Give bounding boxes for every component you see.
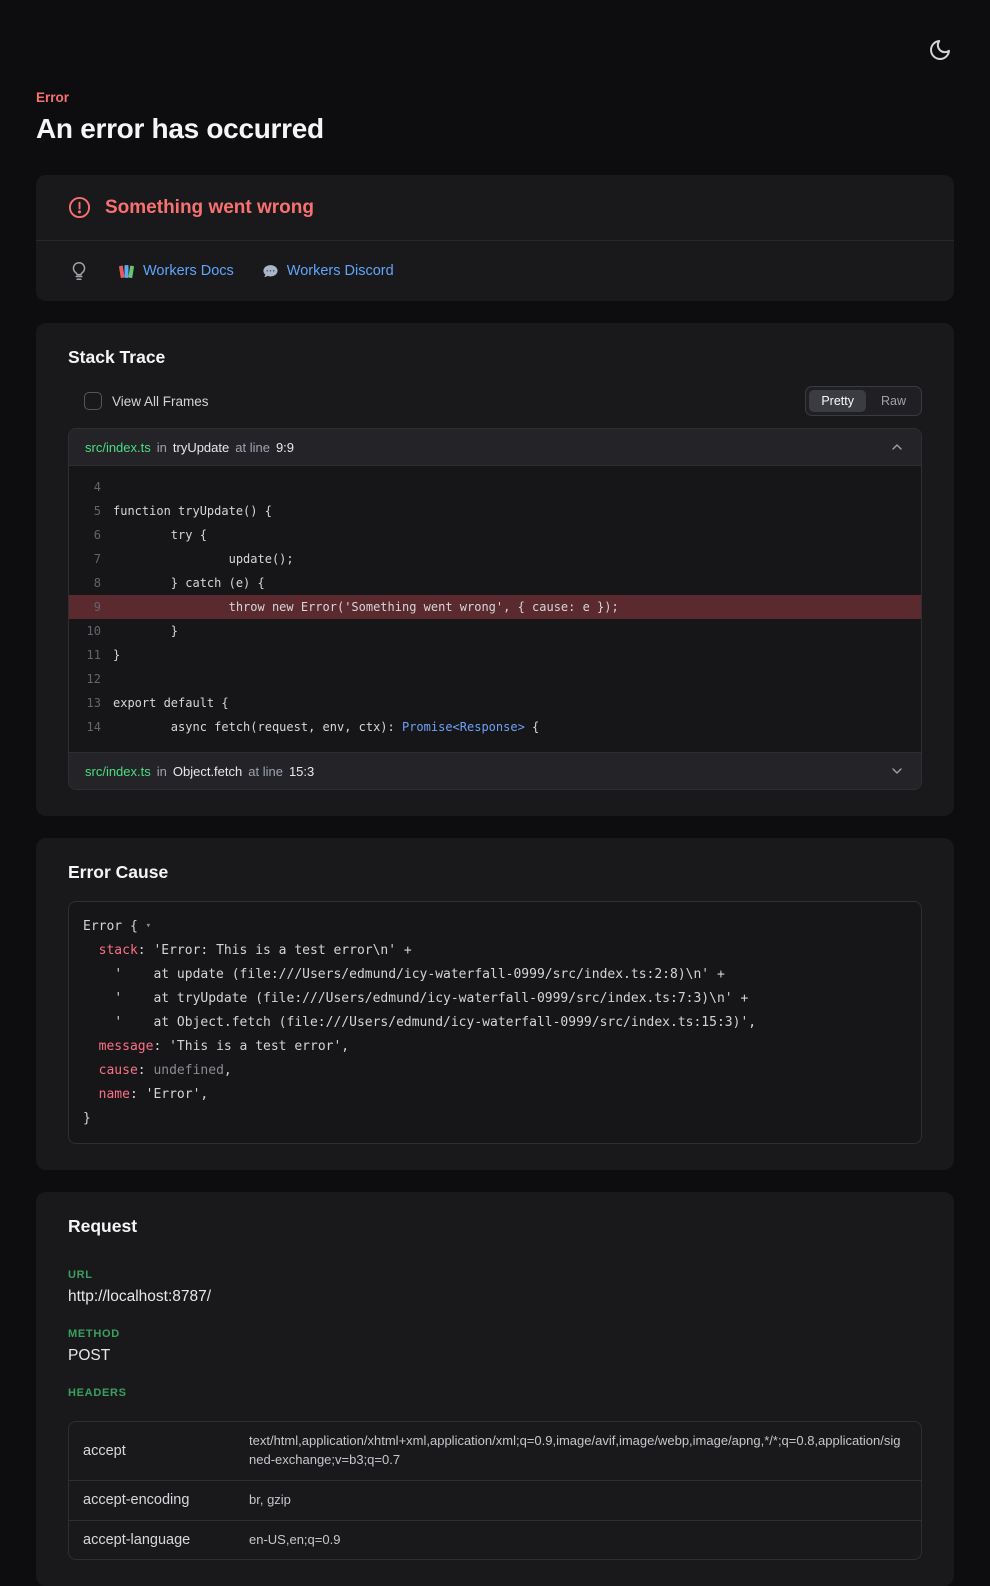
header-value: br, gzip	[249, 1481, 921, 1520]
code-line: 11}	[69, 643, 921, 667]
cause-line: cause: undefined,	[83, 1059, 907, 1083]
frame-file: src/index.ts	[85, 764, 151, 779]
cause-line: ' at update (file:///Users/edmund/icy-wa…	[83, 963, 907, 987]
code-line: 9 throw new Error('Something went wrong'…	[69, 595, 921, 619]
chevron-up-icon	[889, 439, 905, 455]
alert-circle-icon	[68, 196, 91, 219]
headers-table: accepttext/html,application/xhtml+xml,ap…	[68, 1421, 922, 1560]
header-name: accept	[69, 1433, 249, 1469]
method-field: METHOD POST	[68, 1328, 922, 1365]
error-cause-block: Error { ▾ stack: 'Error: This is a test …	[68, 901, 922, 1144]
code-line: 5function tryUpdate() {	[69, 499, 921, 523]
cause-line: }	[83, 1107, 907, 1131]
header-row: accept-languageen-US,en;q=0.9	[69, 1521, 921, 1560]
code-line: 13export default {	[69, 691, 921, 715]
format-toggle: Pretty Raw	[805, 386, 922, 416]
frame-file: src/index.ts	[85, 440, 151, 455]
frame-function: Object.fetch	[173, 764, 242, 779]
cause-line: ' at Object.fetch (file:///Users/edmund/…	[83, 1011, 907, 1035]
stack-trace-heading: Stack Trace	[68, 347, 922, 368]
frame-at-word: at line	[235, 440, 270, 455]
cause-line: Error { ▾	[83, 914, 907, 939]
stack-trace-panel: Stack Trace View All Frames Pretty Raw s…	[36, 323, 954, 816]
frame-at-word: at line	[248, 764, 283, 779]
code-line: 10 }	[69, 619, 921, 643]
cause-line: stack: 'Error: This is a test error\n' +	[83, 939, 907, 963]
headers-label: HEADERS	[68, 1387, 922, 1399]
code-line: 6 try {	[69, 523, 921, 547]
url-label: URL	[68, 1269, 922, 1281]
error-cause-panel: Error Cause Error { ▾ stack: 'Error: Thi…	[36, 838, 954, 1170]
books-icon	[118, 263, 135, 280]
header-row: accepttext/html,application/xhtml+xml,ap…	[69, 1422, 921, 1481]
lightbulb-icon	[68, 260, 90, 282]
request-panel: Request URL http://localhost:8787/ METHO…	[36, 1192, 954, 1586]
view-all-frames-label: View All Frames	[112, 394, 209, 409]
page-title: An error has occurred	[36, 113, 954, 145]
url-value: http://localhost:8787/	[68, 1288, 922, 1306]
headers-field: HEADERS	[68, 1387, 922, 1399]
code-line: 4	[69, 475, 921, 499]
header-name: accept-encoding	[69, 1482, 249, 1518]
stack-frame-container: src/index.ts in tryUpdate at line 9:9 45…	[68, 428, 922, 790]
alert-title: Something went wrong	[105, 197, 314, 219]
cause-line: ' at tryUpdate (file:///Users/edmund/icy…	[83, 987, 907, 1011]
code-block: 45function tryUpdate() {6 try {7 update(…	[69, 466, 921, 752]
frame-position: 9:9	[276, 440, 294, 455]
raw-button[interactable]: Raw	[869, 390, 918, 412]
checkbox-icon[interactable]	[84, 392, 102, 410]
header-name: accept-language	[69, 1522, 249, 1558]
workers-discord-label: Workers Discord	[287, 263, 394, 279]
error-cause-heading: Error Cause	[68, 862, 922, 883]
method-value: POST	[68, 1347, 922, 1365]
stack-trace-toolbar: View All Frames Pretty Raw	[68, 386, 922, 416]
code-line: 7 update();	[69, 547, 921, 571]
workers-docs-link[interactable]: Workers Docs	[118, 263, 234, 280]
moon-icon	[928, 38, 952, 62]
method-label: METHOD	[68, 1328, 922, 1340]
url-field: URL http://localhost:8787/	[68, 1269, 922, 1306]
stack-frame-footer[interactable]: src/index.ts in Object.fetch at line 15:…	[69, 752, 921, 789]
code-line: 14 async fetch(request, env, ctx): Promi…	[69, 715, 921, 739]
header-value: en-US,en;q=0.9	[249, 1521, 921, 1560]
frame-function: tryUpdate	[173, 440, 229, 455]
alert-panel: Something went wrong Workers Docs Worker…	[36, 175, 954, 301]
workers-discord-link[interactable]: Workers Discord	[262, 263, 394, 280]
error-eyebrow: Error	[36, 0, 954, 105]
view-all-frames-toggle[interactable]: View All Frames	[84, 392, 209, 410]
request-heading: Request	[68, 1216, 922, 1237]
cause-line: message: 'This is a test error',	[83, 1035, 907, 1059]
workers-docs-label: Workers Docs	[143, 263, 234, 279]
header-row: accept-encodingbr, gzip	[69, 1481, 921, 1521]
frame-position: 15:3	[289, 764, 314, 779]
chevron-down-icon	[889, 763, 905, 779]
header-value: text/html,application/xhtml+xml,applicat…	[249, 1422, 921, 1480]
frame-in-word: in	[157, 764, 167, 779]
error-page: Error An error has occurred Something we…	[0, 0, 990, 1586]
stack-frame-header[interactable]: src/index.ts in tryUpdate at line 9:9	[69, 429, 921, 466]
pretty-button[interactable]: Pretty	[809, 390, 866, 412]
code-line: 12	[69, 667, 921, 691]
theme-toggle-button[interactable]	[926, 36, 954, 67]
code-line: 8 } catch (e) {	[69, 571, 921, 595]
frame-in-word: in	[157, 440, 167, 455]
speech-balloon-icon	[262, 263, 279, 280]
cause-line: name: 'Error',	[83, 1083, 907, 1107]
